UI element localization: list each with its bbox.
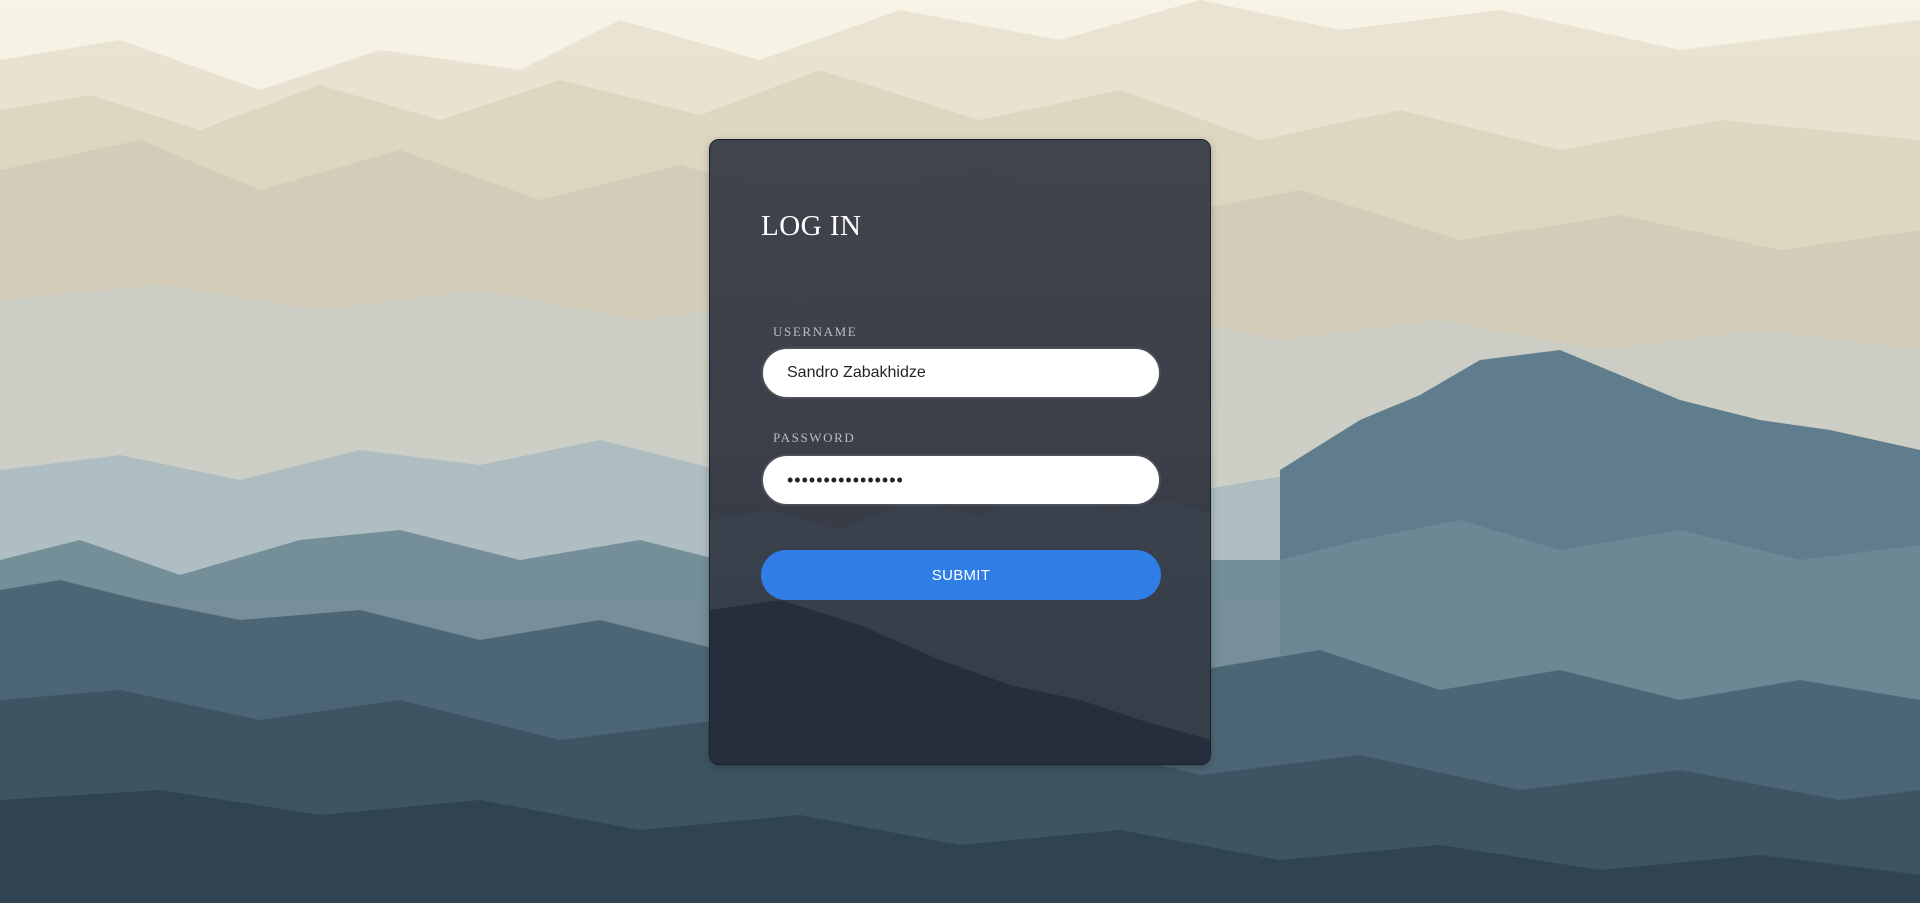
username-input[interactable] <box>761 347 1161 399</box>
username-label: USERNAME <box>773 324 858 339</box>
login-card: LOG IN USERNAME PASSWORD SUBMIT <box>709 139 1211 765</box>
page-title: LOG IN <box>761 210 862 242</box>
password-label: PASSWORD <box>773 430 856 445</box>
password-input[interactable] <box>761 454 1161 506</box>
submit-button[interactable]: SUBMIT <box>761 550 1161 600</box>
